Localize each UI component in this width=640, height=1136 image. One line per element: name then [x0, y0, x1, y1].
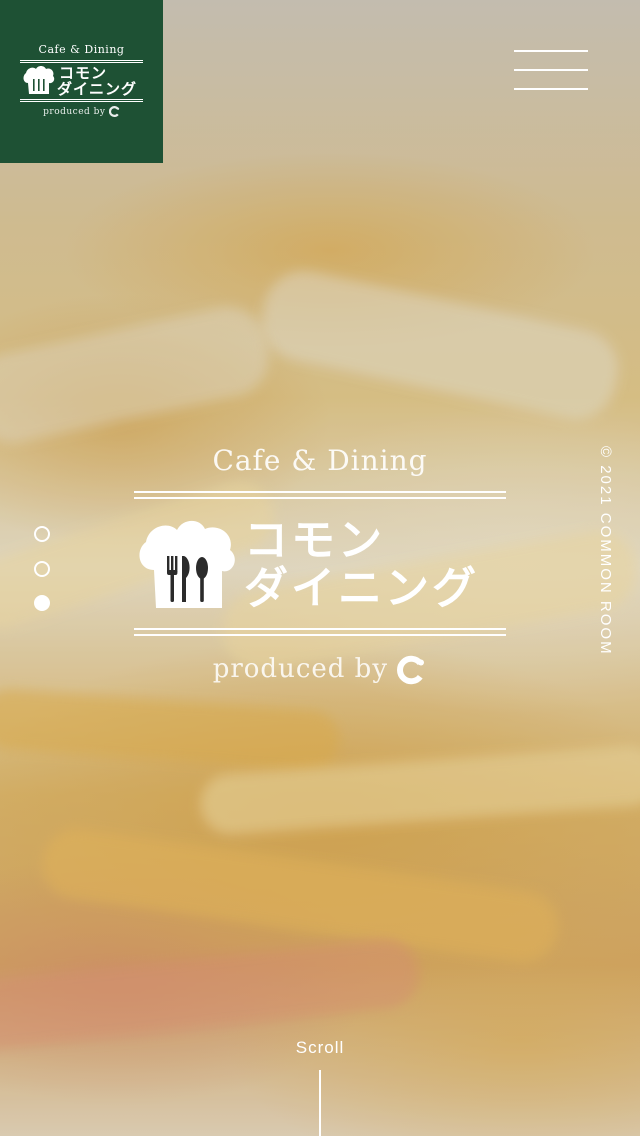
hero-rule-bottom	[134, 628, 506, 630]
brand-subtitle: Cafe & Dining	[38, 43, 125, 56]
brand-produced-by-text: produced by	[43, 107, 106, 117]
copyright-text: © 2021 COMMON ROOM	[597, 446, 614, 656]
brand-rule-bottom	[20, 99, 143, 100]
common-room-mark-icon	[397, 655, 425, 685]
brand-rule-bottom-2	[20, 101, 143, 102]
menu-bar-bottom	[514, 88, 588, 90]
brand-logo[interactable]: Cafe & Dining コモン ダイニング produced by	[0, 0, 163, 163]
common-room-mark-icon	[108, 106, 120, 117]
hero-produced-by: produced by	[132, 654, 508, 685]
menu-bar-middle	[514, 69, 588, 71]
hero-name-line1: コモン	[244, 515, 385, 566]
chef-hat-cutlery-icon	[139, 520, 235, 608]
hero-rule-bottom-2	[134, 634, 506, 636]
brand-name-line2: ダイニング	[57, 80, 138, 98]
hero-produced-by-text: produced by	[212, 654, 389, 684]
scroll-label[interactable]: Scroll	[270, 1038, 370, 1058]
slider-dot-2[interactable]	[34, 561, 50, 577]
brand-produced-by: produced by	[0, 106, 163, 117]
hero-name-line2: ダイニング	[244, 563, 479, 614]
slider-dot-3[interactable]	[34, 595, 50, 611]
chef-hat-icon	[23, 66, 55, 94]
hero-subtitle: Cafe & Dining	[212, 444, 428, 477]
menu-button[interactable]	[512, 46, 590, 96]
brand-rule-top-2	[20, 62, 143, 63]
hero-rule-top-2	[134, 497, 506, 499]
menu-bar-top	[514, 50, 588, 52]
hero-rule-top	[134, 491, 506, 493]
brand-rule-top	[20, 60, 143, 61]
brand-name-line1: コモン	[59, 64, 108, 82]
hero-logo: Cafe & Dining コモン ダイニング produced by	[132, 440, 508, 700]
slider-dot-1[interactable]	[34, 526, 50, 542]
scroll-indicator-line	[319, 1070, 321, 1136]
